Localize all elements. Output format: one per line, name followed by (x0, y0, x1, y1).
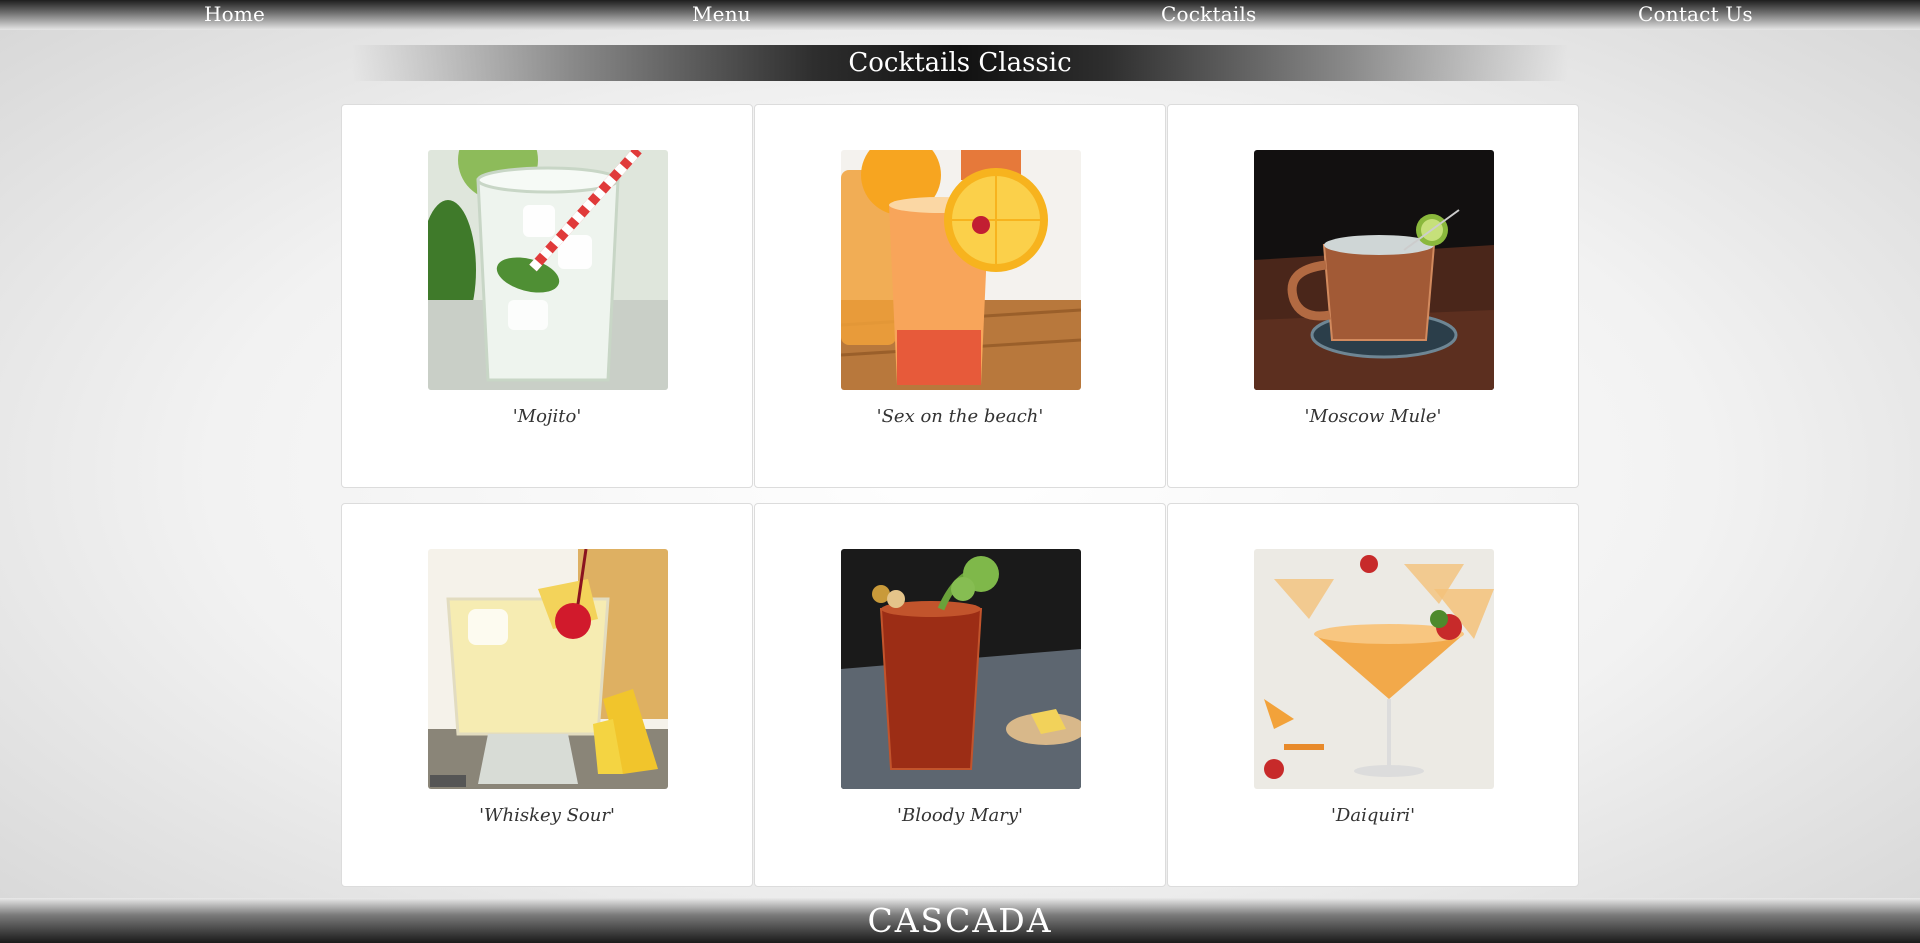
cocktail-card-daiquiri[interactable]: 'Daiquiri' (1167, 503, 1579, 887)
bloody-mary-photo (841, 549, 1081, 789)
mojito-photo (428, 150, 668, 390)
brand-logo: CASCADA (867, 901, 1053, 940)
cocktail-name: 'Sex on the beach' (876, 406, 1044, 427)
cocktail-card-moscow-mule[interactable]: 'Moscow Mule' (1167, 104, 1579, 488)
cocktail-name: 'Daiquiri' (1330, 805, 1416, 826)
whiskey-sour-photo (428, 549, 668, 789)
nav-cocktails-link[interactable]: Cocktails (1161, 1, 1256, 27)
cocktail-name: 'Whiskey Sour' (479, 805, 615, 826)
sex-on-the-beach-photo (841, 150, 1081, 390)
cocktail-card-whiskey-sour[interactable]: 'Whiskey Sour' (341, 503, 753, 887)
cocktail-card-bloody-mary[interactable]: 'Bloody Mary' (754, 503, 1166, 887)
footer: CASCADA (0, 898, 1920, 943)
cocktail-name: 'Bloody Mary' (897, 805, 1023, 826)
title-banner: Cocktails Classic (352, 45, 1568, 81)
daiquiri-photo (1254, 549, 1494, 789)
cocktail-card-sex-on-the-beach[interactable]: 'Sex on the beach' (754, 104, 1166, 488)
page-title: Cocktails Classic (848, 48, 1072, 78)
top-navigation: Home Menu Cocktails Contact Us (0, 0, 1920, 30)
cocktail-name: 'Moscow Mule' (1304, 406, 1442, 427)
moscow-mule-photo (1254, 150, 1494, 390)
cocktail-name: 'Mojito' (512, 406, 582, 427)
nav-home-link[interactable]: Home (204, 1, 265, 27)
nav-menu-link[interactable]: Menu (692, 1, 751, 27)
cocktail-card-mojito[interactable]: 'Mojito' (341, 104, 753, 488)
nav-contact-us-link[interactable]: Contact Us (1638, 1, 1753, 27)
